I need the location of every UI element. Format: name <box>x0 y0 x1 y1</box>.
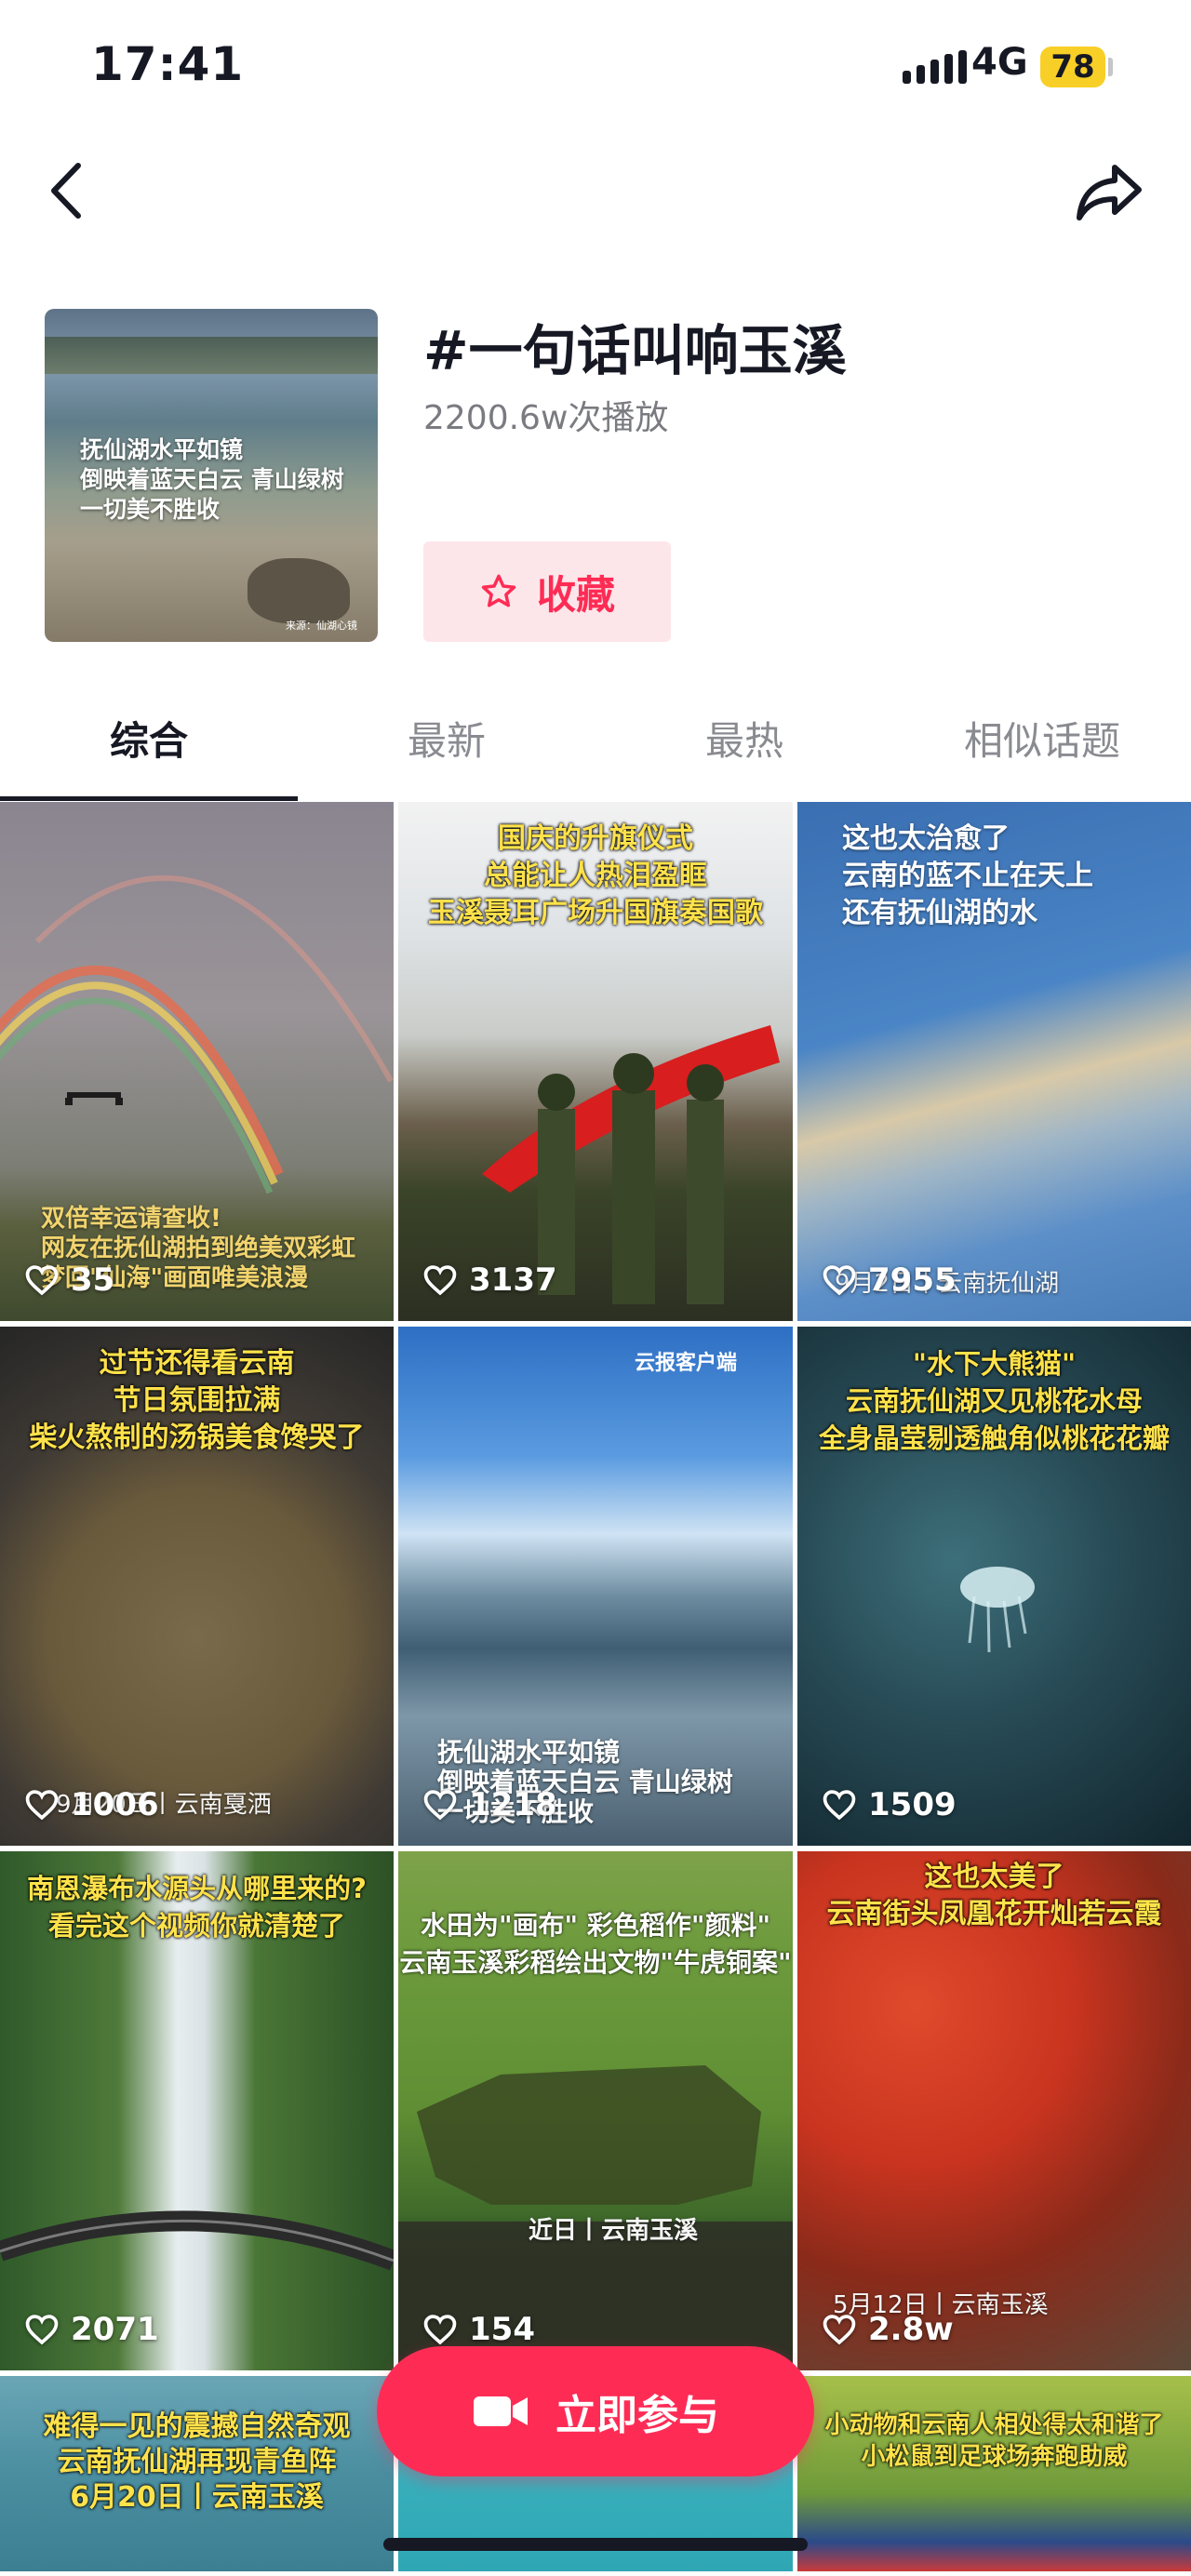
heart-icon <box>423 1790 457 1821</box>
jellyfish-graphic <box>960 1567 1035 1653</box>
video-card[interactable]: 南恩瀑布水源头从哪里来的? 看完这个视频你就清楚了 2071 <box>0 1851 394 2370</box>
heart-icon <box>823 1790 856 1821</box>
cover-text: 抚仙湖水平如镜 倒映着蓝天白云 青山绿树 一切美不胜收 <box>80 436 344 523</box>
like-count-value: 1509 <box>868 1786 957 1823</box>
network-type: 4G <box>971 41 1028 84</box>
video-card[interactable]: 水田为"画布" 彩色稻作"颜料" 云南玉溪彩稻绘出文物"牛虎铜案" 近日丨云南玉… <box>398 1851 793 2370</box>
video-card[interactable]: "水下大熊猫" 云南抚仙湖又见桃花水母 全身晶莹剔透触角似桃花花瓣 1509 <box>797 1327 1191 1846</box>
like-count: 3137 <box>422 1261 557 1299</box>
home-indicator[interactable] <box>383 2538 808 2551</box>
tab-bar: 综合 最新 最热 相似话题 <box>0 702 1191 801</box>
video-overlay-text: 小动物和云南人相处得太和谐了 小松鼠到足球场奔跑助威 <box>824 2411 1164 2471</box>
battery-icon: 78 <box>1040 47 1105 87</box>
video-overlay-text: 云报客户端 <box>634 1352 737 1375</box>
tab-hottest[interactable]: 最热 <box>596 702 893 799</box>
like-count-value: 2.8w <box>868 2311 954 2348</box>
like-count-value: 35 <box>71 1261 115 1299</box>
chevron-left-icon <box>51 163 81 219</box>
status-time: 17:41 <box>91 37 245 91</box>
tab-similar-topics[interactable]: 相似话题 <box>893 702 1191 799</box>
heart-icon <box>423 1265 457 1296</box>
join-button[interactable]: 立即参与 <box>377 2346 814 2476</box>
status-bar: 17:41 4G 78 <box>0 0 1191 130</box>
road-bridge-graphic <box>0 2210 394 2271</box>
like-count-value: 154 <box>469 2311 535 2348</box>
video-overlay-text: 难得一见的震撼自然奇观 云南抚仙湖再现青鱼阵 6月20日丨云南玉溪 <box>43 2410 351 2514</box>
video-grid: 双倍幸运请查收! 网友在抚仙湖拍到绝美双彩虹 梦回"仙海"画面唯美浪漫 35 国… <box>0 802 1191 2571</box>
cover-rock <box>248 558 350 623</box>
heart-icon <box>25 2315 59 2345</box>
like-count-value: 3137 <box>469 1261 557 1299</box>
battery-tip <box>1108 58 1113 76</box>
like-count: 35 <box>24 1261 114 1299</box>
topic-cover-image[interactable]: 抚仙湖水平如镜 倒映着蓝天白云 青山绿树 一切美不胜收 来源：仙湖心镜 <box>45 309 378 642</box>
like-count-value: 1006 <box>71 1786 159 1823</box>
like-count-value: 2071 <box>71 2311 159 2348</box>
video-camera-icon <box>474 2396 528 2426</box>
share-button[interactable] <box>1072 158 1146 227</box>
video-card[interactable]: 过节还得看云南 节日氛围拉满 柴火熬制的汤锅美食馋哭了 9月20日丨云南戛洒 1… <box>0 1327 394 1846</box>
like-count: 1509 <box>822 1786 957 1823</box>
share-icon <box>1077 165 1142 220</box>
rice-field-ox-graphic <box>398 2065 793 2370</box>
collect-button[interactable]: 收藏 <box>423 541 671 642</box>
flag-guard-graphic <box>482 1025 780 1304</box>
video-overlay-text: 过节还得看云南 节日氛围拉满 柴火熬制的汤锅美食馋哭了 <box>29 1347 365 1454</box>
like-count: 7955 <box>822 1261 957 1299</box>
video-caption: 近日丨云南玉溪 <box>529 2217 699 2245</box>
topic-title: #一句话叫响玉溪 <box>423 319 847 382</box>
video-card[interactable]: 难得一见的震撼自然奇观 云南抚仙湖再现青鱼阵 6月20日丨云南玉溪 <box>0 2376 394 2571</box>
video-card[interactable]: 双倍幸运请查收! 网友在抚仙湖拍到绝美双彩虹 梦回"仙海"画面唯美浪漫 35 <box>0 802 394 1321</box>
heart-icon <box>25 1265 59 1296</box>
video-card[interactable]: 这也太美了 云南街头凤凰花开灿若云霞 5月12日丨云南玉溪 2.8w <box>797 1851 1191 2370</box>
video-card[interactable]: 国庆的升旗仪式 总能让人热泪盈眶 玉溪聂耳广场升国旗奏国歌 3137 <box>398 802 793 1321</box>
video-overlay-text: 这也太美了 云南街头凤凰花开灿若云霞 <box>826 1861 1162 1930</box>
cover-mountain <box>45 337 378 374</box>
heart-icon <box>823 2315 856 2345</box>
join-button-label: 立即参与 <box>555 2392 719 2439</box>
signal-icon <box>903 50 967 84</box>
like-count: 2.8w <box>822 2311 954 2348</box>
like-count: 1218 <box>422 1786 557 1823</box>
like-count-value: 1218 <box>469 1786 557 1823</box>
like-count: 154 <box>422 2311 535 2348</box>
video-card[interactable]: 这也太治愈了 云南的蓝不止在天上 还有抚仙湖的水 9月2日丨云南抚仙湖 7955 <box>797 802 1191 1321</box>
heart-icon <box>25 1790 59 1821</box>
video-overlay-text: 这也太治愈了 云南的蓝不止在天上 还有抚仙湖的水 <box>842 822 1093 929</box>
topic-play-count: 2200.6w次播放 <box>423 399 669 437</box>
tab-comprehensive[interactable]: 综合 <box>0 702 298 801</box>
video-card[interactable]: 云报客户端 抚仙湖水平如镜 倒映着蓝天白云 青山绿树 一切美不胜收 1218 <box>398 1327 793 1846</box>
star-icon <box>481 574 516 607</box>
cover-source: 来源：仙湖心镜 <box>286 620 357 632</box>
back-button[interactable] <box>37 158 93 223</box>
tab-latest[interactable]: 最新 <box>298 702 596 799</box>
like-count: 1006 <box>24 1786 159 1823</box>
like-count: 2071 <box>24 2311 159 2348</box>
heart-icon <box>823 1265 856 1296</box>
collect-label: 收藏 <box>536 571 615 618</box>
like-count-value: 7955 <box>868 1261 957 1299</box>
video-card[interactable]: 小动物和云南人相处得太和谐了 小松鼠到足球场奔跑助威 <box>797 2376 1191 2571</box>
heart-icon <box>423 2315 457 2345</box>
